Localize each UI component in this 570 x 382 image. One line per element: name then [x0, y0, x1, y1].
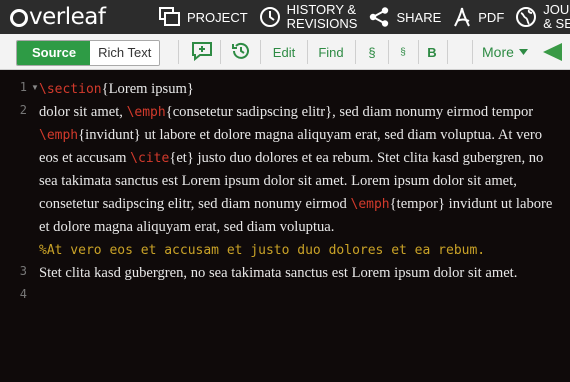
- section-button[interactable]: §: [358, 34, 386, 70]
- code-text: {consetetur sadipscing elitr}, sed diam …: [165, 104, 534, 120]
- line-number: 3: [19, 264, 27, 278]
- bold-button[interactable]: B: [420, 34, 444, 70]
- toolbar-divider: [472, 40, 473, 64]
- logo-text: verleaf: [29, 4, 106, 30]
- toolbar-divider: [220, 40, 221, 64]
- more-label: More: [482, 44, 514, 60]
- editor-mode-toggle: Source Rich Text: [16, 40, 161, 66]
- rich-text-mode-button[interactable]: Rich Text: [90, 41, 160, 65]
- overleaf-logo[interactable]: verleaf: [10, 3, 106, 31]
- code-text: dolor sit amet,: [39, 104, 127, 120]
- globe-icon: [515, 6, 537, 28]
- line-number: 1: [19, 80, 27, 94]
- nav-project[interactable]: PROJECT: [159, 7, 248, 27]
- pdf-icon: [452, 6, 472, 28]
- nav-history-label-1: HISTORY &: [286, 2, 357, 17]
- add-comment-button[interactable]: [188, 34, 216, 70]
- history-icon: [231, 41, 251, 64]
- nav-share-label: SHARE: [396, 9, 442, 25]
- project-icon: [159, 7, 181, 27]
- caret-down-icon: [518, 49, 528, 55]
- find-button[interactable]: Find: [310, 34, 352, 70]
- latex-command: \section: [39, 82, 102, 97]
- nav-history-label: HISTORY & REVISIONS: [287, 3, 358, 31]
- toolbar-divider: [307, 40, 308, 64]
- code-text: Stet clita kasd gubergren, no sea takima…: [39, 265, 518, 281]
- top-nav: PROJECT HISTORY & REVISIONS SHARE PDF JO…: [159, 0, 570, 34]
- code-line-3: %At vero eos et accusam et justo duo dol…: [39, 239, 565, 262]
- line-number: 2: [19, 103, 27, 117]
- latex-comment: %At vero eos et accusam et justo duo dol…: [39, 243, 486, 258]
- toolbar-divider: [178, 40, 179, 64]
- code-text: {Lorem ipsum}: [101, 81, 194, 97]
- fold-arrow-icon[interactable]: ▼: [31, 83, 39, 92]
- nav-history-label-2: REVISIONS: [286, 16, 358, 31]
- nav-history[interactable]: HISTORY & REVISIONS: [259, 3, 358, 31]
- source-mode-button[interactable]: Source: [17, 41, 91, 65]
- collapse-arrow-icon[interactable]: [543, 43, 562, 61]
- edit-button[interactable]: Edit: [264, 34, 304, 70]
- code-editor[interactable]: 1 ▼ 2 3 4 \section{Lorem ipsum} dolor si…: [0, 70, 570, 382]
- nav-journals-label-2: & SER: [543, 16, 570, 31]
- latex-command: \emph: [350, 197, 390, 212]
- code-line-1: \section{Lorem ipsum}: [39, 78, 565, 101]
- code-content[interactable]: \section{Lorem ipsum} dolor sit amet, \e…: [39, 78, 565, 285]
- more-button[interactable]: More: [482, 34, 528, 70]
- nav-project-label: PROJECT: [187, 9, 248, 25]
- nav-pdf[interactable]: PDF: [452, 6, 504, 28]
- code-line-2: dolor sit amet, \emph{consetetur sadipsc…: [39, 101, 565, 239]
- nav-pdf-label: PDF: [478, 9, 505, 25]
- toolbar-divider: [260, 40, 261, 64]
- latex-command: \cite: [130, 151, 170, 166]
- subsection-button[interactable]: §: [390, 34, 416, 70]
- toolbar-divider: [447, 40, 448, 64]
- add-comment-icon: [191, 41, 213, 64]
- share-icon: [368, 6, 390, 28]
- toolbar-divider: [355, 40, 356, 64]
- logo-o-icon: [10, 9, 28, 27]
- latex-command: \emph: [39, 128, 79, 143]
- code-line-4: Stet clita kasd gubergren, no sea takima…: [39, 262, 565, 285]
- toolbar-divider: [388, 40, 389, 64]
- top-header: verleaf PROJECT HISTORY & REVISIONS SHAR…: [0, 0, 570, 34]
- nav-journals[interactable]: JOUR & SER: [515, 3, 570, 31]
- toolbar-divider: [418, 40, 419, 64]
- nav-journals-label-1: JOUR: [543, 2, 570, 17]
- line-number: 4: [19, 287, 27, 301]
- editor-toolbar: Source Rich Text Edit Find § § B More: [0, 34, 570, 70]
- history-icon: [259, 6, 281, 28]
- latex-command: \emph: [126, 105, 166, 120]
- nav-share[interactable]: SHARE: [368, 6, 441, 28]
- track-history-button[interactable]: [228, 34, 254, 70]
- nav-journals-label: JOUR & SER: [543, 3, 570, 31]
